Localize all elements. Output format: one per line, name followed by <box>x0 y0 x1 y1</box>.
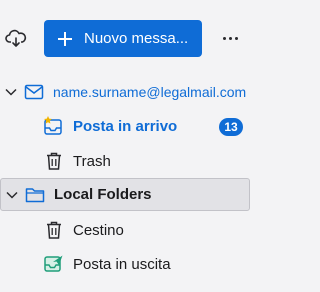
outbox-label: Posta in uscita <box>73 256 171 273</box>
account-label: name.surname@legalmail.com <box>53 84 247 100</box>
folder-row-cestino[interactable]: Cestino <box>0 214 250 247</box>
new-message-label: Nuovo messa... <box>84 30 189 47</box>
chevron-down-icon[interactable] <box>4 85 18 99</box>
chevron-down-icon[interactable] <box>5 188 19 202</box>
folder-row-inbox[interactable]: Posta in arrivo 13 <box>0 110 250 143</box>
folder-icon <box>25 188 45 203</box>
cloud-sync-icon[interactable] <box>4 27 28 51</box>
trash-icon <box>47 152 61 170</box>
unread-count-badge: 13 <box>219 118 243 136</box>
outbox-icon <box>44 255 63 272</box>
trash-icon <box>47 221 61 239</box>
plus-icon <box>58 31 72 46</box>
folder-row-outbox[interactable]: Posta in uscita <box>0 248 250 281</box>
folder-row-trash[interactable]: Trash <box>0 145 250 178</box>
more-horizontal-icon[interactable] <box>218 26 242 50</box>
local-folders-label: Local Folders <box>54 186 152 203</box>
new-message-button[interactable]: Nuovo messa... <box>44 20 202 57</box>
toolbar: Nuovo messa... <box>0 0 262 66</box>
cestino-label: Cestino <box>73 222 124 239</box>
folder-row-account[interactable]: name.surname@legalmail.com <box>0 75 250 108</box>
inbox-icon <box>44 116 62 135</box>
folder-row-local-folders[interactable]: Local Folders <box>0 178 250 211</box>
mail-account-icon <box>24 84 44 100</box>
trash-label: Trash <box>73 153 111 170</box>
inbox-label: Posta in arrivo <box>73 118 178 135</box>
